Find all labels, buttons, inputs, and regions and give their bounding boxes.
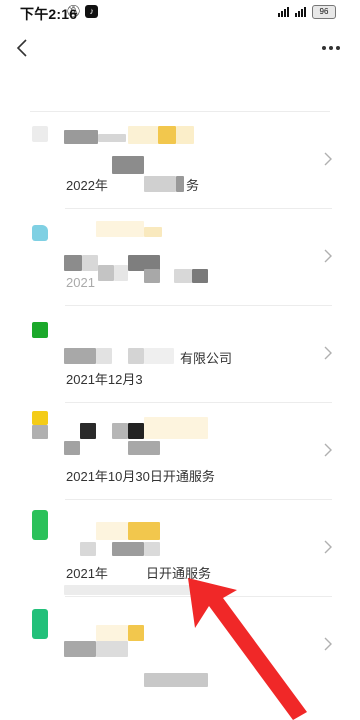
status-left-icons: 🔕︎ ♪ — [66, 4, 99, 18]
redacted-block — [144, 417, 208, 439]
chevron-left-icon — [16, 39, 27, 57]
battery-icon: 96 — [312, 5, 336, 19]
chevron-right-icon — [324, 346, 332, 360]
redacted-block — [176, 176, 184, 192]
more-horizontal-icon — [322, 46, 340, 50]
app-icon — [32, 225, 48, 241]
redacted-block — [64, 441, 80, 455]
redacted-block — [82, 255, 98, 271]
redacted-block — [64, 641, 96, 657]
redacted-block — [112, 423, 128, 439]
chevron-right-icon — [324, 637, 332, 651]
redacted-block — [128, 423, 144, 439]
redacted-block — [158, 126, 176, 144]
item-date-suffix: 日开通服务 — [146, 566, 212, 581]
signal-icon-2 — [295, 7, 306, 17]
redacted-block — [98, 134, 126, 142]
item-date: 2021年10月30日开通服务 — [66, 469, 215, 484]
tiktok-icon: ♪ — [85, 4, 99, 18]
redacted-block — [96, 625, 128, 641]
redacted-block — [112, 542, 144, 556]
redacted-block — [96, 221, 144, 237]
list-item[interactable]: 2021 — [0, 209, 360, 306]
chevron-right-icon — [324, 152, 332, 166]
mute-icon: 🔕︎ — [66, 4, 82, 18]
list-item[interactable] — [0, 597, 360, 694]
redacted-block — [80, 423, 96, 439]
redacted-block — [80, 542, 96, 556]
company-name: 有限公司 — [180, 351, 233, 366]
app-icon — [32, 609, 48, 639]
redacted-block — [128, 625, 144, 641]
redacted-block — [32, 425, 48, 439]
redacted-block — [64, 348, 96, 364]
redacted-block — [192, 269, 208, 283]
item-date: 2022年 — [66, 178, 108, 193]
redacted-block — [96, 522, 128, 540]
app-icon — [32, 126, 48, 142]
redacted-block — [96, 641, 128, 657]
redacted-block — [64, 585, 194, 595]
service-list: 2022年 务 2021 有限公司 2021年12月3 2021年10月30日开… — [0, 112, 360, 694]
nav-bar — [0, 26, 360, 70]
redacted-block — [176, 126, 194, 144]
status-right-icons: 96 — [278, 5, 336, 19]
redacted-block — [174, 269, 192, 283]
item-date-suffix: 务 — [186, 178, 200, 193]
redacted-block — [144, 542, 160, 556]
chevron-right-icon — [324, 249, 332, 263]
app-icon — [32, 322, 48, 338]
item-date: 2021年12月3 — [66, 372, 143, 387]
redacted-block — [144, 176, 176, 192]
signal-icon — [278, 7, 289, 17]
redacted-block — [64, 255, 82, 271]
redacted-block — [98, 265, 114, 281]
chevron-right-icon — [324, 540, 332, 554]
redacted-block — [112, 156, 144, 174]
redacted-block — [128, 126, 158, 144]
list-item[interactable]: 2021年 日开通服务 — [0, 500, 360, 597]
redacted-block — [128, 441, 160, 455]
redacted-block — [144, 673, 208, 687]
redacted-block — [114, 265, 128, 281]
list-item[interactable]: 2021年10月30日开通服务 — [0, 403, 360, 500]
back-button[interactable] — [8, 30, 36, 66]
chevron-right-icon — [324, 443, 332, 457]
redacted-block — [64, 130, 98, 144]
app-icon — [32, 510, 48, 540]
list-item[interactable]: 有限公司 2021年12月3 — [0, 306, 360, 403]
status-bar: 下午2:16 🔕︎ ♪ 96 — [0, 0, 360, 26]
app-icon — [32, 411, 48, 425]
more-button[interactable] — [316, 30, 346, 66]
item-date: 2021 — [66, 275, 95, 290]
redacted-block — [128, 348, 144, 364]
redacted-block — [96, 348, 112, 364]
redacted-block — [128, 522, 160, 540]
redacted-block — [144, 269, 160, 283]
list-item[interactable]: 2022年 务 — [0, 112, 360, 209]
redacted-block — [144, 227, 162, 237]
redacted-block — [144, 348, 174, 364]
item-date: 2021年 — [66, 566, 108, 581]
